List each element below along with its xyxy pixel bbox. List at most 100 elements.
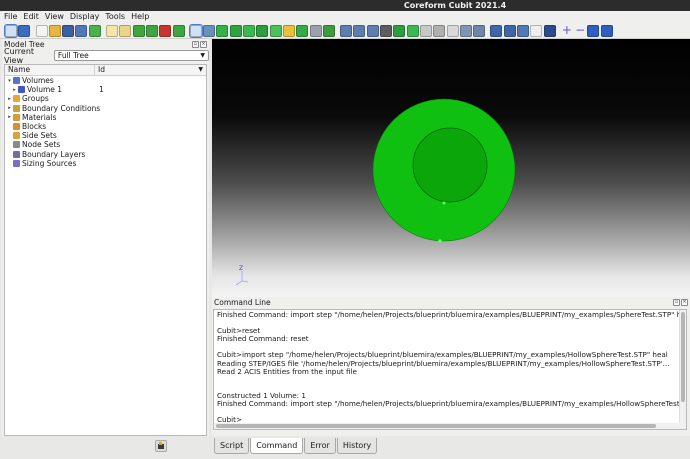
shaded-box-button[interactable] (380, 24, 393, 37)
model-canvas: Z (235, 98, 516, 286)
tree-item-label: Materials (22, 112, 57, 122)
current-view-select[interactable]: Full Tree ▼ (53, 50, 209, 61)
model-tree-panel: Model Tree ▫ × Current View Full Tree ▼ … (2, 39, 209, 436)
curve-button[interactable] (530, 24, 543, 37)
tab-history[interactable]: History (336, 438, 378, 454)
pause-button[interactable] (145, 24, 158, 37)
zoom-out-button[interactable] (353, 24, 366, 37)
tree-item-label: Volumes (22, 76, 54, 86)
vertical-scrollbar[interactable] (679, 310, 686, 429)
open-folder-button[interactable] (48, 24, 61, 37)
step-button[interactable] (172, 24, 185, 37)
rotate-button[interactable] (18, 24, 31, 37)
menu-help[interactable]: Help (131, 11, 149, 23)
side-panel-toggle-button[interactable] (155, 440, 167, 452)
add-button[interactable]: + (561, 24, 573, 37)
command-output[interactable]: Finished Command: import step "/home/hel… (213, 309, 687, 430)
point-button[interactable] (543, 24, 556, 37)
expand-toggle-icon[interactable]: ▸ (6, 105, 13, 111)
blue-box-2-button[interactable] (600, 24, 613, 37)
save-button[interactable] (62, 24, 75, 37)
select-arrow-button[interactable] (4, 23, 18, 38)
command-tabs: Script Command Error History (214, 438, 378, 454)
axis-triad: Z (235, 265, 249, 286)
inner-sphere[interactable] (412, 127, 488, 203)
tree-item-materials[interactable]: ▸ Materials (5, 113, 206, 122)
tree-item-label: Sizing Sources (22, 158, 77, 168)
current-view-label: Current View (4, 46, 35, 65)
cube-select-button[interactable] (203, 24, 216, 37)
output-line: Finished Command: reset (217, 334, 309, 344)
tree-item-groups[interactable]: ▸ Groups (5, 94, 206, 103)
tree-item-side-sets[interactable]: Side Sets (5, 131, 206, 140)
journal-button[interactable] (119, 24, 132, 37)
cube-green-6-button[interactable] (296, 24, 309, 37)
model-tree[interactable]: Name Id ▼ ▾ Volumes ▸ Volume 1 1 ▸ Groups ▸ Boun… (4, 64, 207, 436)
graphics-viewport[interactable]: Z (212, 39, 690, 297)
cube-green-5-button[interactable] (269, 24, 282, 37)
cube-green-3-button[interactable] (243, 24, 256, 37)
tree-item-node-sets[interactable]: Node Sets (5, 140, 206, 149)
column-name[interactable]: Name (5, 65, 95, 75)
front-view-button[interactable] (503, 24, 516, 37)
refresh-button[interactable] (322, 24, 335, 37)
tree-item-label: Boundary Conditions (22, 103, 101, 113)
remove-button[interactable]: − (574, 24, 586, 37)
float-panel-icon[interactable]: ▫ (673, 298, 680, 306)
green-box-button[interactable] (393, 24, 406, 37)
play-button[interactable] (132, 24, 145, 37)
window-title: Coreform Cubit 2021.4 (403, 1, 507, 10)
tree-item-volumes[interactable]: ▾ Volumes (5, 76, 206, 85)
cube-grey-button[interactable] (309, 24, 322, 37)
new-file-button[interactable] (35, 24, 48, 37)
menu-tools[interactable]: Tools (105, 11, 125, 23)
menu-display[interactable]: Display (70, 11, 100, 23)
tree-item-boundary-conditions[interactable]: ▸ Boundary Conditions (5, 104, 206, 113)
column-id[interactable]: Id ▼ (95, 65, 206, 75)
cube-green-button[interactable] (216, 24, 229, 37)
expand-toggle-icon[interactable]: ▾ (6, 78, 13, 84)
close-panel-icon[interactable]: × (200, 40, 207, 48)
cube-yellow-button[interactable] (282, 24, 295, 37)
chevron-down-icon: ▼ (200, 52, 205, 59)
float-panel-icon[interactable]: ▫ (192, 40, 199, 48)
horizontal-scrollbar[interactable] (214, 423, 686, 429)
close-panel-icon[interactable]: × (681, 298, 688, 306)
grid-select-button[interactable] (188, 23, 203, 38)
zoom-in-button[interactable] (340, 24, 353, 37)
top-view-button[interactable] (490, 24, 503, 37)
box-view-button[interactable] (459, 24, 472, 37)
record-button[interactable] (159, 24, 172, 37)
blue-box-button[interactable] (587, 24, 600, 37)
check-button[interactable] (88, 24, 101, 37)
tree-item-boundary-layers[interactable]: Boundary Layers (5, 150, 206, 159)
expand-toggle-icon[interactable]: ▸ (6, 96, 13, 102)
edit-file-button[interactable] (106, 24, 119, 37)
tab-command[interactable]: Command (250, 438, 304, 454)
hidden-line-button[interactable] (433, 24, 446, 37)
menu-edit[interactable]: Edit (23, 11, 39, 23)
save-as-button[interactable] (75, 24, 88, 37)
zoom-fit-button[interactable] (366, 24, 379, 37)
expand-toggle-icon[interactable]: ▸ (6, 114, 13, 120)
cube-green-2-button[interactable] (229, 24, 242, 37)
box-view-2-button[interactable] (473, 24, 486, 37)
wire-box-button[interactable] (419, 24, 432, 37)
tree-item-volume-1[interactable]: ▸ Volume 1 1 (5, 85, 206, 94)
tab-script[interactable]: Script (214, 438, 250, 454)
volumes-icon (13, 77, 20, 85)
output-line: Finished Command: import step "/home/hel… (217, 310, 687, 319)
transparent-box-button[interactable] (446, 24, 459, 37)
tab-error[interactable]: Error (304, 438, 336, 454)
menu-view[interactable]: View (45, 11, 64, 23)
tree-item-sizing-sources[interactable]: Sizing Sources (5, 159, 206, 168)
cube-green-4-button[interactable] (256, 24, 269, 37)
menu-file[interactable]: File (4, 11, 17, 23)
expand-toggle-icon[interactable]: ▸ (11, 87, 18, 93)
iso-view-button[interactable] (516, 24, 529, 37)
main-toolbar: + − (0, 23, 690, 39)
tree-header: Name Id ▼ (5, 65, 206, 76)
green-box-2-button[interactable] (406, 24, 419, 37)
tree-item-blocks[interactable]: Blocks (5, 122, 206, 131)
